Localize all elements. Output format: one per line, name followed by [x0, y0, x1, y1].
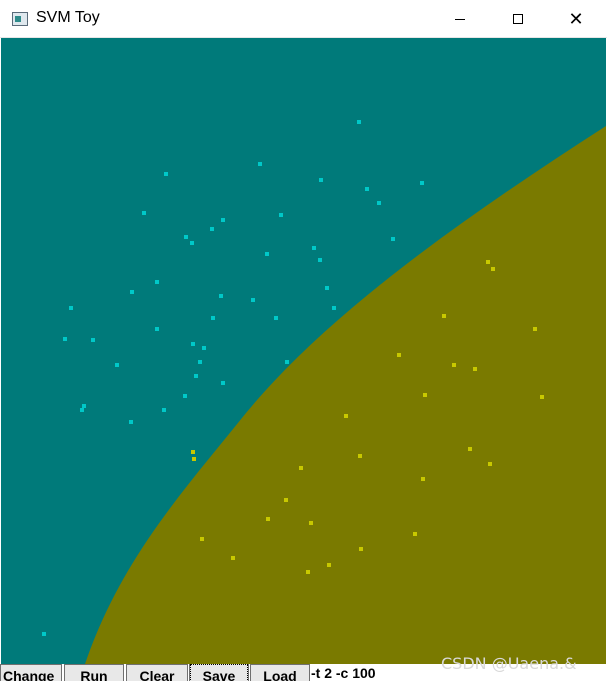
- class-a-point: [115, 363, 119, 367]
- class-a-point: [183, 394, 187, 398]
- save-button[interactable]: Save: [189, 664, 249, 681]
- class-b-point: [344, 414, 348, 418]
- class-a-point: [274, 316, 278, 320]
- class-b-point: [491, 267, 495, 271]
- class-a-point: [194, 374, 198, 378]
- class-b-point: [442, 314, 446, 318]
- class-b-point: [266, 517, 270, 521]
- class-a-point: [190, 241, 194, 245]
- class-b-point: [299, 466, 303, 470]
- class-a-point: [184, 235, 188, 239]
- clear-button[interactable]: Clear: [126, 664, 188, 681]
- class-b-point: [358, 454, 362, 458]
- class-a-point: [191, 342, 195, 346]
- class-b-point: [397, 353, 401, 357]
- run-button[interactable]: Run: [64, 664, 124, 681]
- close-button[interactable]: ✕: [547, 0, 605, 38]
- class-b-point: [421, 477, 425, 481]
- class-a-point: [221, 218, 225, 222]
- class-b-point: [473, 367, 477, 371]
- class-a-point: [80, 408, 84, 412]
- class-a-point: [155, 280, 159, 284]
- class-a-point: [69, 306, 73, 310]
- class-a-point: [142, 211, 146, 215]
- class-a-point: [211, 316, 215, 320]
- class-b-point: [488, 462, 492, 466]
- minimize-icon: [455, 18, 465, 20]
- class-a-point: [325, 286, 329, 290]
- class-a-point: [312, 246, 316, 250]
- class-b-point: [452, 363, 456, 367]
- class-a-point: [82, 404, 86, 408]
- class-b-point: [309, 521, 313, 525]
- title-bar: SVM Toy ✕: [0, 0, 607, 38]
- class-b-point: [327, 563, 331, 567]
- class-a-point: [251, 298, 255, 302]
- class-b-point: [540, 395, 544, 399]
- class-a-point: [391, 237, 395, 241]
- class-a-point: [258, 162, 262, 166]
- class-a-point: [155, 327, 159, 331]
- class-b-point: [413, 532, 417, 536]
- class-a-point: [198, 360, 202, 364]
- window-title: SVM Toy: [36, 9, 100, 26]
- class-b-point: [191, 450, 195, 454]
- watermark-text: CSDN @Uaena.&: [441, 654, 577, 673]
- class-a-point: [210, 227, 214, 231]
- class-a-point: [162, 408, 166, 412]
- class-b-point: [359, 547, 363, 551]
- load-button[interactable]: Load: [250, 664, 310, 681]
- class-a-point: [285, 360, 289, 364]
- class-b-point: [468, 447, 472, 451]
- class-a-point: [357, 120, 361, 124]
- class-a-point: [91, 338, 95, 342]
- class-b-point: [423, 393, 427, 397]
- class-b-point: [533, 327, 537, 331]
- class-b-point: [200, 537, 204, 541]
- class-a-point: [221, 381, 225, 385]
- class-b-point: [486, 260, 490, 264]
- class-a-point: [129, 420, 133, 424]
- minimize-button[interactable]: [431, 0, 489, 38]
- class-a-point: [265, 252, 269, 256]
- app-icon: [12, 12, 28, 26]
- class-a-point: [420, 181, 424, 185]
- change-button[interactable]: Change: [0, 664, 62, 681]
- class-a-point: [42, 632, 46, 636]
- svm-plot-canvas[interactable]: [1, 38, 606, 664]
- class-a-point: [63, 337, 67, 341]
- class-a-point: [279, 213, 283, 217]
- class-b-point: [231, 556, 235, 560]
- class-a-point: [202, 346, 206, 350]
- close-icon: ✕: [568, 8, 584, 29]
- class-a-point: [365, 187, 369, 191]
- class-b-point: [306, 570, 310, 574]
- class-b-point: [284, 498, 288, 502]
- class-a-point: [219, 294, 223, 298]
- class-b-point: [192, 457, 196, 461]
- class-a-point: [377, 201, 381, 205]
- class-a-point: [332, 306, 336, 310]
- maximize-button[interactable]: [489, 0, 547, 38]
- class-a-point: [318, 258, 322, 262]
- class-a-point: [130, 290, 134, 294]
- maximize-icon: [513, 14, 523, 24]
- class-a-point: [319, 178, 323, 182]
- class-a-point: [164, 172, 168, 176]
